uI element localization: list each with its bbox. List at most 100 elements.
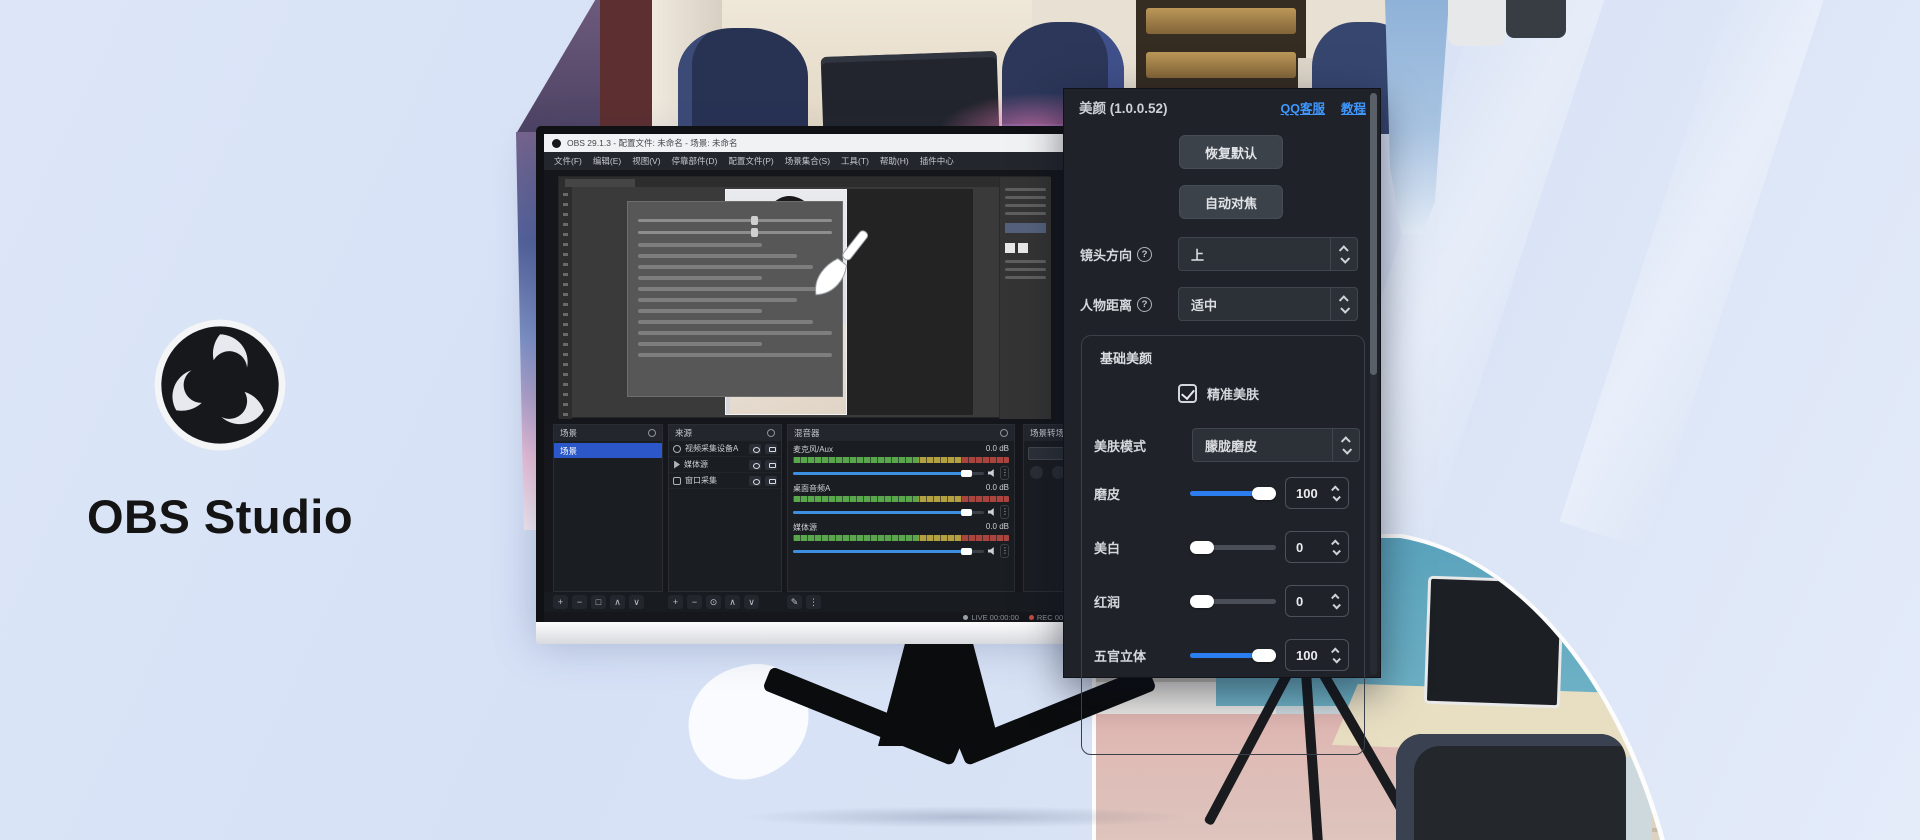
remove-source-button[interactable]: − bbox=[687, 595, 702, 609]
smoothing-value-box[interactable]: 100 bbox=[1285, 477, 1349, 509]
smoothing-slider-row: 磨皮 100 bbox=[1082, 476, 1364, 510]
chevron-down-icon[interactable] bbox=[1332, 547, 1340, 555]
dock-toolbars: + − □ ∧ ∨ + − ⊙ ∧ ∨ ✎ ⋮ bbox=[544, 592, 1092, 612]
move-scene-up-button[interactable]: ∧ bbox=[610, 595, 625, 609]
chevron-up-icon[interactable] bbox=[1331, 593, 1339, 601]
add-transition-button[interactable] bbox=[1030, 466, 1043, 479]
add-scene-button[interactable]: + bbox=[553, 595, 568, 609]
monitor-bezel bbox=[536, 622, 1100, 644]
qq-support-link[interactable]: QQ客服 bbox=[1281, 98, 1325, 117]
menu-plugin-center[interactable]: 插件中心 bbox=[920, 155, 954, 167]
remove-scene-button[interactable]: − bbox=[572, 595, 587, 609]
precise-skin-row: 精准美肤 bbox=[1178, 384, 1259, 403]
channel-menu-button[interactable]: ⋮ bbox=[1000, 544, 1009, 558]
gear-icon[interactable] bbox=[767, 429, 775, 437]
studio-chair bbox=[1396, 734, 1626, 840]
basic-beauty-title: 基础美颜 bbox=[1100, 348, 1152, 367]
eye-icon[interactable] bbox=[749, 460, 761, 470]
add-source-button[interactable]: + bbox=[668, 595, 683, 609]
face-3d-slider[interactable] bbox=[1190, 653, 1276, 658]
menu-scene-collection[interactable]: 场景集合(S) bbox=[785, 155, 830, 167]
rosy-value-box[interactable]: 0 bbox=[1285, 585, 1349, 617]
editor-tab bbox=[565, 179, 635, 187]
move-source-up-button[interactable]: ∧ bbox=[725, 595, 740, 609]
volume-slider[interactable] bbox=[793, 472, 984, 475]
obs-statusbar: LIVE 00:00:00 REC 00:00:00 bbox=[544, 612, 1092, 622]
slider-handle[interactable] bbox=[1190, 595, 1214, 608]
subject-distance-select[interactable]: 适中 bbox=[1178, 287, 1358, 321]
studio-speaker bbox=[1690, 619, 1758, 665]
channel-menu-button[interactable]: ⋮ bbox=[1000, 505, 1009, 519]
subject-distance-label: 人物距离 bbox=[1080, 295, 1132, 314]
source-row[interactable]: 窗口采集 bbox=[669, 473, 781, 489]
lock-icon[interactable] bbox=[765, 460, 777, 470]
chevron-up-icon[interactable] bbox=[1331, 539, 1339, 547]
volume-slider[interactable] bbox=[793, 511, 984, 514]
slider-handle[interactable] bbox=[1252, 487, 1276, 500]
menu-edit[interactable]: 编辑(E) bbox=[593, 155, 621, 167]
eye-icon[interactable] bbox=[749, 476, 761, 486]
chevron-down-icon[interactable] bbox=[1332, 655, 1340, 663]
lock-icon[interactable] bbox=[765, 476, 777, 486]
scene-item-selected[interactable]: 场景 bbox=[554, 443, 662, 458]
move-source-down-button[interactable]: ∨ bbox=[744, 595, 759, 609]
chevron-down-icon[interactable] bbox=[1332, 493, 1340, 501]
channel-menu-button[interactable]: ⋮ bbox=[1000, 466, 1009, 480]
smoothing-slider[interactable] bbox=[1190, 491, 1276, 496]
dock-scenes: 场景 场景 bbox=[553, 424, 663, 592]
audio-meter bbox=[793, 457, 1009, 463]
gear-icon[interactable] bbox=[648, 429, 656, 437]
help-icon[interactable]: ? bbox=[1137, 247, 1152, 262]
menu-profile[interactable]: 配置文件(P) bbox=[728, 155, 773, 167]
whitening-value-box[interactable]: 0 bbox=[1285, 531, 1349, 563]
lock-icon[interactable] bbox=[765, 444, 777, 454]
eye-icon[interactable] bbox=[749, 444, 761, 454]
chevron-down-icon bbox=[1342, 444, 1352, 454]
subject-distance-value: 适中 bbox=[1179, 295, 1330, 314]
face-3d-value-box[interactable]: 100 bbox=[1285, 639, 1349, 671]
speaker-icon[interactable] bbox=[988, 508, 996, 516]
source-properties-button[interactable]: ⊙ bbox=[706, 595, 721, 609]
camera-direction-label: 镜头方向 bbox=[1080, 245, 1132, 264]
gear-icon[interactable] bbox=[1000, 429, 1008, 437]
speaker-icon[interactable] bbox=[988, 469, 996, 477]
obs-titlebar[interactable]: OBS 29.1.3 - 配置文件: 未命名 - 场景: 未命名 bbox=[544, 134, 1092, 152]
restore-defaults-button[interactable]: 恢复默认 bbox=[1179, 135, 1283, 169]
chevron-down-icon[interactable] bbox=[1332, 601, 1340, 609]
volume-slider[interactable] bbox=[793, 550, 984, 553]
chevron-up-icon[interactable] bbox=[1331, 647, 1339, 655]
live-status: LIVE 00:00:00 bbox=[963, 613, 1019, 622]
mixer-pen-button[interactable]: ✎ bbox=[787, 595, 802, 609]
slider-handle[interactable] bbox=[1252, 649, 1276, 662]
skin-mode-select[interactable]: 朦胧磨皮 bbox=[1192, 428, 1360, 462]
camera-direction-select[interactable]: 上 bbox=[1178, 237, 1358, 271]
mixer-menu-button[interactable]: ⋮ bbox=[806, 595, 821, 609]
dock-scenes-title: 场景 bbox=[560, 427, 577, 439]
source-row[interactable]: 媒体源 bbox=[669, 457, 781, 473]
select-spinner[interactable] bbox=[1330, 288, 1357, 320]
channel-name: 麦克风/Aux bbox=[793, 444, 833, 455]
duplicate-scene-button[interactable]: □ bbox=[591, 595, 606, 609]
whitening-slider[interactable] bbox=[1190, 545, 1276, 550]
menu-tools[interactable]: 工具(T) bbox=[841, 155, 869, 167]
panel-scrollbar-thumb[interactable] bbox=[1370, 93, 1377, 375]
menu-file[interactable]: 文件(F) bbox=[554, 155, 582, 167]
beauty-plugin-panel: 美颜 (1.0.0.52) QQ客服 教程 恢复默认 自动对焦 镜头方向 ? 上… bbox=[1063, 88, 1381, 678]
menu-view[interactable]: 视图(V) bbox=[632, 155, 660, 167]
menu-docks[interactable]: 停靠部件(D) bbox=[672, 155, 718, 167]
source-row[interactable]: 视频采集设备A bbox=[669, 441, 781, 457]
precise-skin-checkbox[interactable] bbox=[1178, 384, 1197, 403]
whitening-label: 美白 bbox=[1094, 538, 1120, 557]
autofocus-button[interactable]: 自动对焦 bbox=[1179, 185, 1283, 219]
select-spinner[interactable] bbox=[1332, 429, 1359, 461]
dock-sources: 来源 视频采集设备A 媒体源 窗口采集 bbox=[668, 424, 782, 592]
select-spinner[interactable] bbox=[1330, 238, 1357, 270]
tutorial-link[interactable]: 教程 bbox=[1341, 98, 1366, 117]
move-scene-down-button[interactable]: ∨ bbox=[629, 595, 644, 609]
rosy-slider[interactable] bbox=[1190, 599, 1276, 604]
menu-help[interactable]: 帮助(H) bbox=[880, 155, 909, 167]
chevron-up-icon[interactable] bbox=[1331, 485, 1339, 493]
help-icon[interactable]: ? bbox=[1137, 297, 1152, 312]
slider-handle[interactable] bbox=[1190, 541, 1214, 554]
speaker-icon[interactable] bbox=[988, 547, 996, 555]
